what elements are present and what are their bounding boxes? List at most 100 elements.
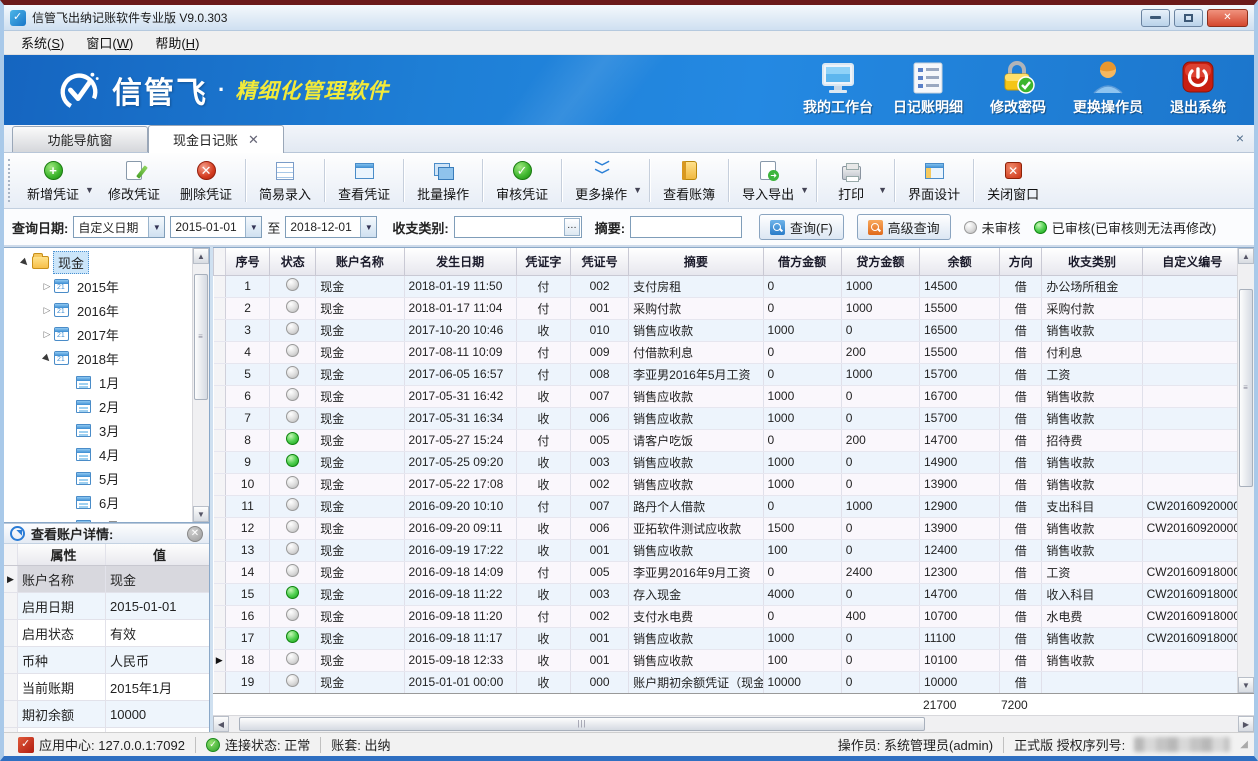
menu-item[interactable]: 系统(S) xyxy=(12,31,73,54)
table-row[interactable]: 6现金2017-05-31 16:42收007销售应收款1000016700借销… xyxy=(214,385,1238,407)
column-header-凭证字[interactable]: 凭证字 xyxy=(516,248,570,275)
table-row[interactable]: 7现金2017-05-31 16:34收006销售应收款1000015700借销… xyxy=(214,407,1238,429)
banner-action-switch-operator-user[interactable]: 更换操作员 xyxy=(1066,57,1150,123)
table-row[interactable]: 19现金2015-01-01 00:00收000账户期初余额凭证（现金）1000… xyxy=(214,671,1238,693)
table-row[interactable]: 13现金2016-09-19 17:22收001销售应收款100012400借销… xyxy=(214,539,1238,561)
table-row[interactable]: 14现金2016-09-18 14:09付005李亚男2016年9月工资0240… xyxy=(214,561,1238,583)
column-header-账户名称[interactable]: 账户名称 xyxy=(316,248,404,275)
tree-item-6月[interactable]: 6月 xyxy=(4,490,192,514)
table-row[interactable]: 9现金2017-05-25 09:20收003销售应收款1000014900借销… xyxy=(214,451,1238,473)
property-row-启用日期[interactable]: 启用日期2015-01-01 xyxy=(4,593,209,620)
minimize-button[interactable] xyxy=(1141,9,1170,27)
column-header-发生日期[interactable]: 发生日期 xyxy=(404,248,516,275)
chevron-down-icon[interactable]: ▼ xyxy=(800,185,812,195)
scroll-down-icon[interactable]: ▼ xyxy=(193,506,209,522)
scrollbar-thumb[interactable]: ≡ xyxy=(1239,289,1253,487)
tabstrip-close-icon[interactable]: × xyxy=(1236,130,1244,146)
toolbar-ui-design-button[interactable]: 界面设计 xyxy=(898,156,970,206)
tree-item-2月[interactable]: 2月 xyxy=(4,394,192,418)
tab-close-icon[interactable]: ✕ xyxy=(248,132,259,148)
table-row[interactable]: 11现金2016-09-20 10:10付007路丹个人借款0100012900… xyxy=(214,495,1238,517)
tree-item-2015年[interactable]: ▷2015年 xyxy=(4,274,192,298)
toolbar-close-window-button[interactable]: ✕关闭窗口 xyxy=(977,156,1049,206)
column-header-自定义编号[interactable]: 自定义编号 xyxy=(1142,248,1237,275)
date-from-select[interactable]: 2015-01-01 ▼ xyxy=(170,216,262,238)
table-vertical-scrollbar[interactable]: ▲ ≡ ▼ xyxy=(1237,248,1254,693)
tree-item-3月[interactable]: 3月 xyxy=(4,418,192,442)
table-row[interactable]: 16现金2016-09-18 11:20付002支付水电费040010700借水… xyxy=(214,605,1238,627)
scroll-right-icon[interactable]: ▶ xyxy=(1238,716,1254,732)
tree-item-2017年[interactable]: ▷2017年 xyxy=(4,322,192,346)
tree-item-7月[interactable]: 7月 xyxy=(4,514,192,522)
tree-item-4月[interactable]: 4月 xyxy=(4,442,192,466)
query-button[interactable]: 查询(F) xyxy=(759,214,844,240)
toolbar-batch-button[interactable]: 批量操作 xyxy=(407,156,479,206)
column-header-凭证号[interactable]: 凭证号 xyxy=(571,248,629,275)
scroll-up-icon[interactable]: ▲ xyxy=(193,248,209,264)
toolbar-print-button[interactable]: 打印 xyxy=(820,156,882,206)
toolbar-grid-entry-button[interactable]: 简易录入 xyxy=(249,156,321,206)
column-header-序号[interactable]: 序号 xyxy=(226,248,270,275)
table-row[interactable]: 2现金2018-01-17 11:04付001采购付款0100015500借采购… xyxy=(214,297,1238,319)
toolbar-more-chevron-button[interactable]: ﹀﹀更多操作 xyxy=(565,156,637,206)
chevron-down-icon[interactable]: ▼ xyxy=(85,185,97,195)
chevron-down-icon[interactable]: ▼ xyxy=(878,185,890,195)
chevron-down-icon[interactable]: ▼ xyxy=(245,217,261,237)
toolbar-edit-button[interactable]: 修改凭证 xyxy=(98,156,170,206)
table-row[interactable]: 12现金2016-09-20 09:11收006亚拓软件测试应收款1500013… xyxy=(214,517,1238,539)
toolbar-view-voucher-button[interactable]: 查看凭证 xyxy=(328,156,400,206)
menu-item[interactable]: 帮助(H) xyxy=(146,31,208,54)
category-picker-button[interactable]: … xyxy=(564,218,580,236)
expander-closed-icon[interactable]: ▷ xyxy=(40,281,54,292)
property-row-当前账期[interactable]: 当前账期2015年1月 xyxy=(4,674,209,701)
table-row[interactable]: 10现金2017-05-22 17:08收002销售应收款1000013900借… xyxy=(214,473,1238,495)
column-header-状态[interactable]: 状态 xyxy=(270,248,316,275)
refresh-icon[interactable] xyxy=(10,526,25,541)
table-row[interactable]: 8现金2017-05-27 15:24付005请客户吃饭020014700借招待… xyxy=(214,429,1238,451)
expander-closed-icon[interactable]: ▷ xyxy=(40,305,54,316)
category-input[interactable] xyxy=(455,217,564,237)
property-row-启用状态[interactable]: 启用状态有效 xyxy=(4,620,209,647)
maximize-button[interactable] xyxy=(1174,9,1203,27)
tree-item-2018年[interactable]: ▶2018年 xyxy=(4,346,192,370)
column-header-余额[interactable]: 余额 xyxy=(919,248,999,275)
tree-scrollbar[interactable]: ▲ ≡ ▼ xyxy=(192,248,209,522)
banner-action-exit-power[interactable]: 退出系统 xyxy=(1156,57,1240,123)
table-row[interactable]: ▶18现金2015-09-18 12:33收001销售应收款100010100借… xyxy=(214,649,1238,671)
tree-item-2016年[interactable]: ▷2016年 xyxy=(4,298,192,322)
toolbar-delete-button[interactable]: ✕删除凭证 xyxy=(170,156,242,206)
date-mode-select[interactable]: 自定义日期 ▼ xyxy=(73,216,165,238)
tree-item-1月[interactable]: 1月 xyxy=(4,370,192,394)
table-row[interactable]: 4现金2017-08-11 10:09付009付借款利息020015500借付利… xyxy=(214,341,1238,363)
scrollbar-thumb[interactable]: ||| xyxy=(239,717,925,731)
column-header-方向[interactable]: 方向 xyxy=(1000,248,1042,275)
scrollbar-thumb[interactable]: ≡ xyxy=(194,274,208,400)
date-to-select[interactable]: 2018-12-01 ▼ xyxy=(285,216,377,238)
tree-item-5月[interactable]: 5月 xyxy=(4,466,192,490)
chevron-down-icon[interactable]: ▼ xyxy=(633,185,645,195)
table-row[interactable]: 5现金2017-06-05 16:57付008李亚男2016年5月工资01000… xyxy=(214,363,1238,385)
column-header-贷方金额[interactable]: 贷方金额 xyxy=(841,248,919,275)
banner-action-change-password-lock[interactable]: 修改密码 xyxy=(976,57,1060,123)
table-row[interactable]: 17现金2016-09-18 11:17收001销售应收款1000011100借… xyxy=(214,627,1238,649)
table-row[interactable]: 15现金2016-09-18 11:22收003存入现金4000014700借收… xyxy=(214,583,1238,605)
summary-input[interactable] xyxy=(631,217,741,237)
chevron-down-icon[interactable]: ▼ xyxy=(148,217,164,237)
chevron-down-icon[interactable]: ▼ xyxy=(360,217,376,237)
toolbar-import-export-button[interactable]: ➜导入导出 xyxy=(732,156,804,206)
advanced-query-button[interactable]: 高级查询 xyxy=(857,214,951,240)
table-row[interactable]: 1现金2018-01-19 11:50付002支付房租0100014500借办公… xyxy=(214,275,1238,297)
expander-closed-icon[interactable]: ▷ xyxy=(40,329,54,340)
close-button[interactable]: ✕ xyxy=(1207,9,1248,27)
table-horizontal-scrollbar[interactable]: ◀ ||| ▶ xyxy=(213,715,1254,732)
scroll-down-icon[interactable]: ▼ xyxy=(1238,677,1254,693)
column-header-收支类别[interactable]: 收支类别 xyxy=(1042,248,1142,275)
tab-功能导航窗[interactable]: 功能导航窗 xyxy=(12,126,148,152)
property-row-账户名称[interactable]: ▶账户名称现金 xyxy=(4,566,209,593)
close-icon[interactable]: ✕ xyxy=(187,526,203,542)
property-row-币种[interactable]: 币种人民币 xyxy=(4,647,209,674)
column-header-摘要[interactable]: 摘要 xyxy=(629,248,763,275)
banner-action-journal-detail[interactable]: 日记账明细 xyxy=(886,58,970,123)
toolbar-audit-check-button[interactable]: ✓审核凭证 xyxy=(486,156,558,206)
banner-action-workbench-monitor[interactable]: 我的工作台 xyxy=(796,58,880,123)
